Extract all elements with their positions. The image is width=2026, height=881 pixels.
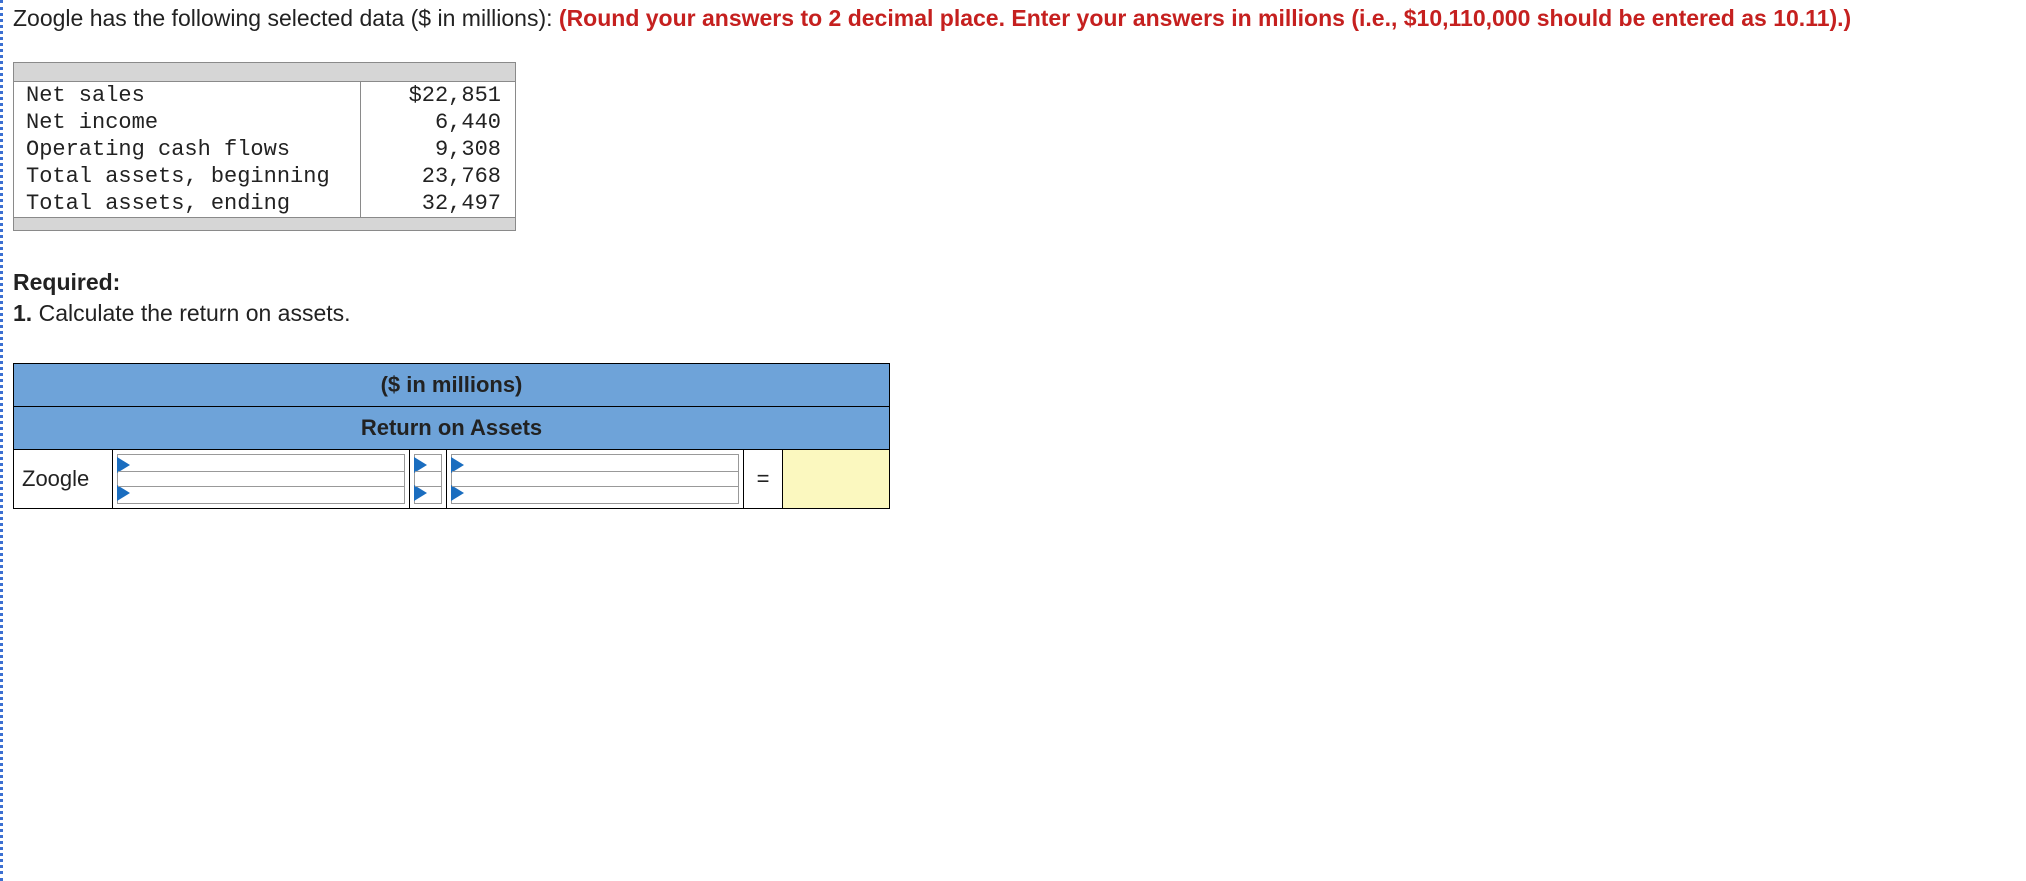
equals-sign: = (744, 449, 783, 508)
data-value: 32,497 (361, 190, 516, 218)
data-rows: Net sales$22,851Net income6,440Operating… (14, 81, 516, 217)
required-section: Required: 1. Calculate the return on ass… (13, 267, 2026, 329)
given-data-table: Net sales$22,851Net income6,440Operating… (13, 62, 516, 231)
table-row: Net income6,440 (14, 109, 516, 136)
answer-table: ($ in millions) Return on Assets Zoogle (13, 363, 890, 509)
data-value: 6,440 (361, 109, 516, 136)
data-value: 23,768 (361, 163, 516, 190)
data-label: Net sales (14, 81, 361, 109)
data-value: 9,308 (361, 136, 516, 163)
table-row: Operating cash flows9,308 (14, 136, 516, 163)
data-label: Total assets, beginning (14, 163, 361, 190)
required-item-1: 1. Calculate the return on assets. (13, 298, 2026, 329)
data-label: Operating cash flows (14, 136, 361, 163)
intro-instructions: (Round your answers to 2 decimal place. … (559, 5, 1851, 31)
answer-header-units: ($ in millions) (14, 363, 890, 406)
result-cell[interactable] (783, 449, 890, 508)
denominator-input[interactable] (447, 449, 744, 508)
required-heading: Required: (13, 267, 2026, 298)
numerator-input[interactable] (113, 449, 410, 508)
data-value: $22,851 (361, 81, 516, 109)
table-row: Net sales$22,851 (14, 81, 516, 109)
question-intro: Zoogle has the following selected data (… (13, 0, 2026, 34)
operator-input[interactable] (410, 449, 447, 508)
intro-text: Zoogle has the following selected data (… (13, 5, 559, 31)
dropdown-arrow-icon[interactable] (117, 485, 130, 501)
table-row: Total assets, beginning23,768 (14, 163, 516, 190)
dropdown-arrow-icon[interactable] (451, 485, 464, 501)
table-row: Total assets, ending32,497 (14, 190, 516, 218)
answer-row-label: Zoogle (14, 449, 113, 508)
dropdown-arrow-icon[interactable] (414, 485, 427, 501)
answer-header-title: Return on Assets (14, 406, 890, 449)
data-label: Total assets, ending (14, 190, 361, 218)
data-label: Net income (14, 109, 361, 136)
